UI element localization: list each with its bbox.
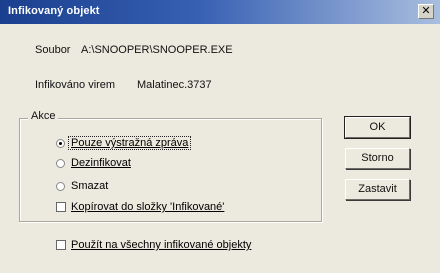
option-copy-to-infected-label: Kopírovat do složky 'Infikované' [71, 201, 225, 213]
radio-disinfect[interactable] [56, 159, 65, 168]
ok-button[interactable]: OK [344, 116, 411, 139]
radio-warning-only[interactable] [56, 139, 65, 148]
virus-label: Infikováno virem [35, 79, 116, 91]
stop-button[interactable]: Zastavit [345, 179, 410, 200]
window-title: Infikovaný objekt [8, 5, 100, 17]
virus-name-value: Malatinec.3737 [137, 79, 212, 91]
infected-object-dialog: Infikovaný objekt ✕ Soubor A:\SNOOPER\SN… [0, 0, 440, 273]
file-path-value: A:\SNOOPER\SNOOPER.EXE [81, 44, 233, 56]
close-button[interactable]: ✕ [418, 4, 434, 19]
option-disinfect-label: Dezinfikovat [71, 157, 131, 169]
cancel-button[interactable]: Storno [345, 148, 410, 169]
file-label: Soubor [35, 44, 71, 56]
checkbox-copy-to-infected[interactable] [56, 202, 66, 212]
apply-to-all-label: Použít na všechny infikované objekty [71, 239, 252, 251]
option-warning-only-label: Pouze výstražná zpráva [68, 136, 192, 150]
title-bar[interactable]: Infikovaný objekt ✕ [0, 0, 440, 24]
radio-delete[interactable] [56, 182, 65, 191]
actions-group-title: Akce [28, 110, 59, 122]
close-icon: ✕ [421, 5, 431, 17]
option-delete-label: Smazat [71, 180, 109, 192]
checkbox-apply-to-all[interactable] [56, 240, 66, 250]
